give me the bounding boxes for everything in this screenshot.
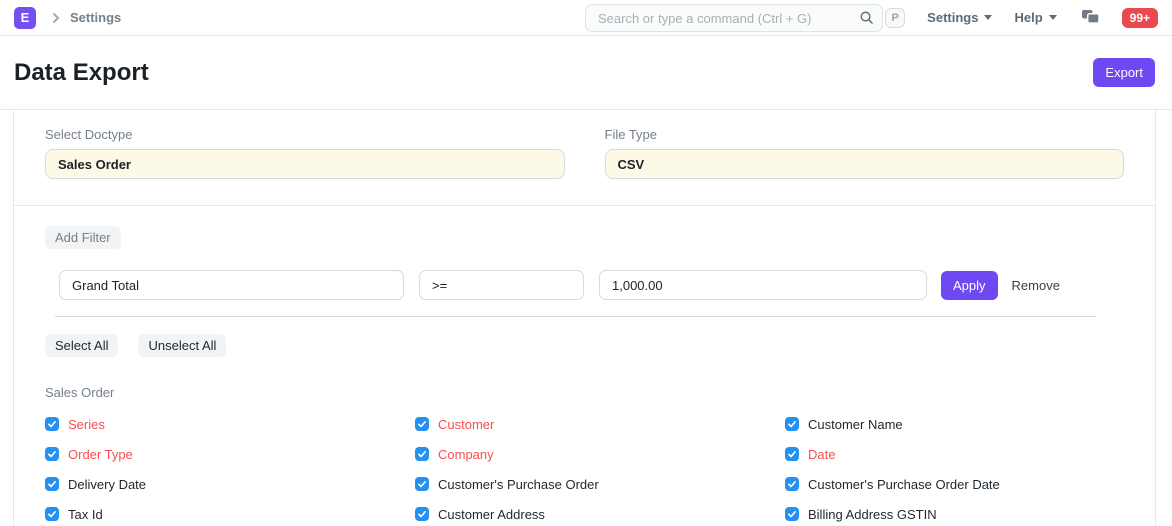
field-label: Date (808, 447, 835, 462)
field-label: Customer Address (438, 507, 545, 522)
field-checkbox-item[interactable]: Company (415, 439, 785, 469)
filetype-field: File Type (605, 127, 1125, 179)
doctype-section: Select Doctype File Type (14, 110, 1155, 206)
field-checkbox-item[interactable]: Series (45, 409, 415, 439)
field-label: Tax Id (68, 507, 103, 522)
breadcrumb-chevron-icon (48, 10, 64, 26)
field-label: Series (68, 417, 105, 432)
filter-value-input[interactable] (599, 270, 927, 300)
data-export-card: Select Doctype File Type Add Filter Appl… (13, 110, 1156, 526)
settings-menu[interactable]: Settings (927, 10, 992, 25)
field-label: Billing Address GSTIN (808, 507, 937, 522)
unselect-all-button[interactable]: Unselect All (138, 334, 226, 357)
export-button[interactable]: Export (1093, 58, 1155, 87)
add-filter-button[interactable]: Add Filter (45, 226, 121, 249)
field-label: Delivery Date (68, 477, 146, 492)
filter-operator-input[interactable] (419, 270, 584, 300)
field-label: Customer Name (808, 417, 903, 432)
select-buttons: Select All Unselect All (45, 334, 1124, 357)
breadcrumb-settings[interactable]: Settings (70, 10, 121, 25)
navbar-right: P Settings Help 99+ (885, 8, 1158, 28)
field-checkbox-item[interactable]: Billing Address GSTIN (785, 499, 1124, 526)
settings-menu-label: Settings (927, 10, 978, 25)
checkbox-checked-icon[interactable] (785, 447, 799, 461)
filter-field-input[interactable] (59, 270, 404, 300)
field-checkbox-item[interactable]: Order Type (45, 439, 415, 469)
field-label: Customer (438, 417, 494, 432)
checkbox-checked-icon[interactable] (785, 507, 799, 521)
page-head: Data Export Export (0, 36, 1172, 110)
checkbox-checked-icon[interactable] (45, 417, 59, 431)
field-checkbox-item[interactable]: Date (785, 439, 1124, 469)
search-icon (859, 10, 874, 30)
doctype-field-label: Select Doctype (45, 127, 565, 142)
field-checkbox-item[interactable]: Tax Id (45, 499, 415, 526)
field-label: Company (438, 447, 494, 462)
field-label: Order Type (68, 447, 133, 462)
field-label: Customer's Purchase Order (438, 477, 599, 492)
user-avatar[interactable]: P (885, 8, 905, 28)
checkbox-checked-icon[interactable] (45, 447, 59, 461)
filter-section: Add Filter Apply Remove (14, 206, 1155, 317)
field-label: Customer's Purchase Order Date (808, 477, 1000, 492)
caret-down-icon (1049, 15, 1057, 20)
notification-badge[interactable]: 99+ (1122, 8, 1158, 28)
checkbox-checked-icon[interactable] (45, 507, 59, 521)
field-checkbox-item[interactable]: Customer Name (785, 409, 1124, 439)
app-logo[interactable]: E (14, 7, 36, 29)
filter-row: Apply Remove (59, 270, 1124, 300)
search-input[interactable] (585, 4, 883, 32)
field-checkbox-item[interactable]: Customer (415, 409, 785, 439)
help-menu-label: Help (1014, 10, 1042, 25)
filetype-input[interactable] (605, 149, 1125, 179)
select-all-button[interactable]: Select All (45, 334, 118, 357)
field-checkbox-item[interactable]: Customer's Purchase Order Date (785, 469, 1124, 499)
checkbox-checked-icon[interactable] (415, 447, 429, 461)
global-search (585, 4, 883, 32)
checkbox-checked-icon[interactable] (415, 417, 429, 431)
help-menu[interactable]: Help (1014, 10, 1056, 25)
page-title: Data Export (14, 59, 149, 87)
checkbox-checked-icon[interactable] (415, 477, 429, 491)
checkbox-checked-icon[interactable] (785, 417, 799, 431)
fields-grid: Series Order Type Delivery Date Tax Id C… (45, 409, 1124, 526)
checkbox-checked-icon[interactable] (785, 477, 799, 491)
doctype-field: Select Doctype (45, 127, 565, 179)
doctype-input[interactable] (45, 149, 565, 179)
field-checkbox-item[interactable]: Customer Address (415, 499, 785, 526)
apply-filter-button[interactable]: Apply (941, 271, 998, 300)
remove-filter-button[interactable]: Remove (1012, 278, 1060, 293)
navbar: E Settings P Settings Help 99+ (0, 0, 1172, 36)
doctype-section-title: Sales Order (45, 385, 1124, 400)
field-checkbox-item[interactable]: Delivery Date (45, 469, 415, 499)
field-checkbox-item[interactable]: Customer's Purchase Order (415, 469, 785, 499)
filetype-field-label: File Type (605, 127, 1125, 142)
chat-icon[interactable] (1081, 9, 1100, 26)
checkbox-checked-icon[interactable] (45, 477, 59, 491)
checkbox-checked-icon[interactable] (415, 507, 429, 521)
caret-down-icon (984, 15, 992, 20)
fields-section: Select All Unselect All Sales Order Seri… (14, 317, 1155, 526)
